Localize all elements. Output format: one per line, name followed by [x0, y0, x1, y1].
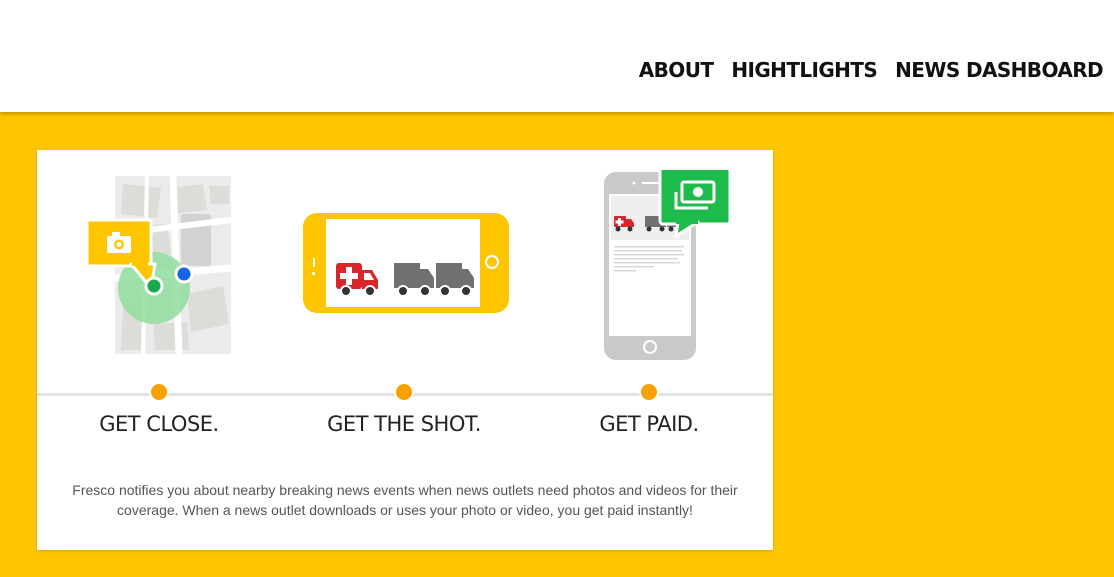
main-nav: ABOUT HIGHTLIGHTS NEWS DASHBOARD	[639, 58, 1104, 82]
nav-highlights[interactable]: HIGHTLIGHTS	[731, 58, 877, 82]
site-header: ABOUT HIGHTLIGHTS NEWS DASHBOARD	[0, 0, 1114, 112]
step-get-the-shot: GET THE SHOT.	[327, 412, 481, 436]
description-text: Fresco notifies you about nearby breakin…	[72, 482, 738, 518]
step-get-paid: GET PAID.	[599, 412, 699, 436]
step-get-close: GET CLOSE.	[99, 412, 219, 436]
how-it-works-card: GET CLOSE. GET THE SHOT. GET PAID. Fresc…	[37, 150, 773, 550]
nav-about[interactable]: ABOUT	[639, 58, 714, 82]
timeline-dot-shot	[394, 382, 414, 402]
map-location-icon	[85, 175, 232, 355]
phone-landscape-camera-icon	[303, 213, 509, 313]
nav-news-dashboard[interactable]: NEWS DASHBOARD	[895, 58, 1103, 82]
timeline-dot-paid	[639, 382, 659, 402]
phone-payment-icon	[604, 170, 732, 360]
timeline-dot-close	[149, 382, 169, 402]
